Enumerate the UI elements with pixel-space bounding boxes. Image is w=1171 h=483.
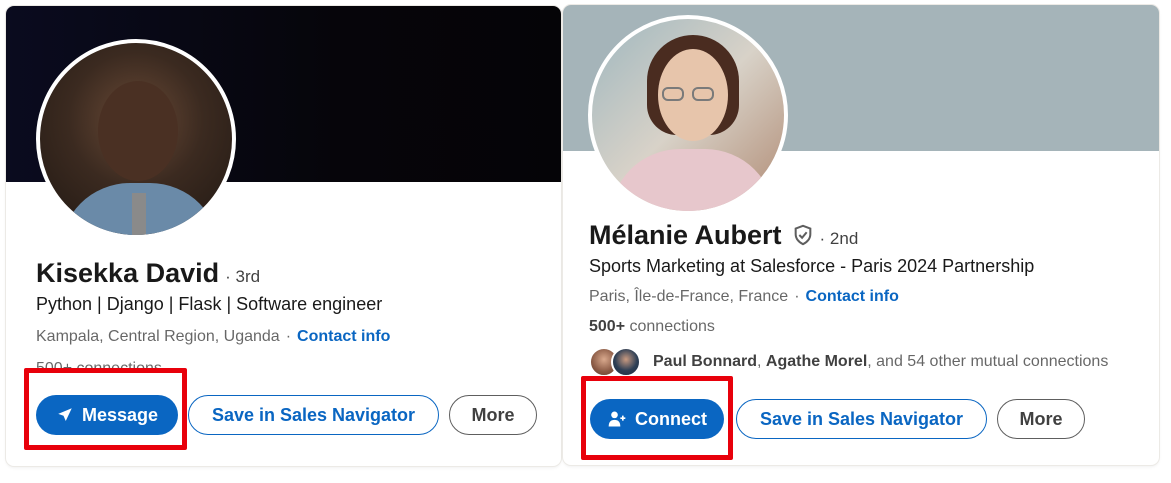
mutual-avatar [611,347,641,377]
photo-tie [132,193,146,235]
save-in-sales-navigator-button[interactable]: Save in Sales Navigator [736,399,987,439]
location-separator: · [285,328,292,345]
connection-degree: · 2nd [819,229,859,248]
save-in-sales-navigator-button[interactable]: Save in Sales Navigator [188,395,439,435]
profile-name-row: Kisekka David · 3rd [36,258,260,289]
contact-info-link[interactable]: Contact info [806,288,899,305]
photo-glasses-right [692,87,714,101]
profile-name-row: Mélanie Aubert · 2nd [589,220,858,251]
mutual-connections[interactable]: Paul Bonnard, Agathe Morel, and 54 other… [589,347,1108,377]
profile-location: Kampala, Central Region, Uganda [36,328,280,345]
profile-photo[interactable] [36,39,236,239]
connections-suffix: connections [629,318,715,335]
mutual-name-1: Paul Bonnard [653,353,758,370]
mutual-rest: , and 54 other mutual connections [867,353,1109,370]
contact-info-link[interactable]: Contact info [297,328,390,345]
connection-degree: · 3rd [225,267,261,286]
highlight-box-message [24,368,187,450]
verified-shield-icon[interactable] [792,223,814,247]
photo-glasses-left [662,87,684,101]
mutual-avatars [589,347,645,377]
profile-location: Paris, Île-de-France, France [589,288,789,305]
connections-count[interactable]: 500+ connections [589,318,715,336]
profile-name[interactable]: Kisekka David [36,258,219,289]
profile-location-row: Kampala, Central Region, Uganda · Contact … [36,328,390,346]
profile-location-row: Paris, Île-de-France, France · Contact inf… [589,288,899,306]
photo-shoulders [610,149,775,211]
more-button[interactable]: More [997,399,1085,439]
mutual-name-2: Agathe Morel [765,353,868,370]
profile-name[interactable]: Mélanie Aubert [589,220,782,251]
more-button[interactable]: More [449,395,537,435]
mutual-separator: , [757,353,762,370]
connections-number: 500+ [589,318,626,335]
location-separator: · [794,288,800,305]
profile-headline: Sports Marketing at Salesforce - Paris 2… [589,256,1035,276]
profile-headline: Python | Django | Flask | Software engin… [36,294,383,314]
profile-photo[interactable] [588,15,788,215]
highlight-box-connect [581,376,733,460]
photo-face [98,81,178,181]
